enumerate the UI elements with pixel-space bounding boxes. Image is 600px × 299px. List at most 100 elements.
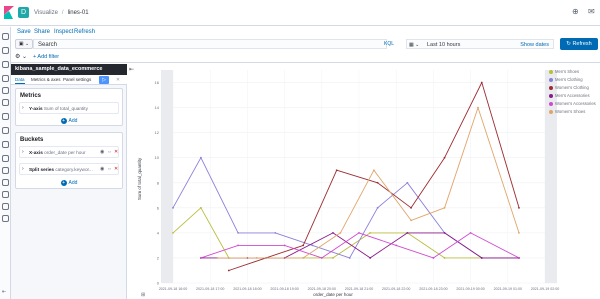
legend-item[interactable]: Women's Clothing — [549, 85, 599, 92]
date-picker[interactable]: ▦ ⌄ Last 10 hours Show dates — [406, 39, 554, 49]
breadcrumb-visualize[interactable]: Visualize — [34, 10, 58, 16]
maps-icon[interactable] — [2, 99, 9, 106]
saved-query-toggle[interactable]: ▣ ⌄ — [15, 39, 33, 49]
home-icon[interactable] — [2, 33, 9, 40]
data-point[interactable] — [255, 257, 258, 259]
remove-icon[interactable]: ✕ — [114, 149, 118, 156]
help-icon[interactable]: ⊕ — [572, 8, 580, 16]
canvas-icon[interactable] — [2, 87, 9, 94]
app-badge[interactable]: D — [18, 7, 29, 18]
refresh-link[interactable]: Refresh — [74, 28, 95, 36]
data-point[interactable] — [406, 231, 409, 234]
dashboard-icon[interactable] — [2, 75, 9, 82]
collapse-sidebar-icon[interactable]: ⇤ — [129, 66, 134, 73]
mail-icon[interactable]: ✉ — [588, 8, 596, 16]
collapse-icon[interactable]: ⇤ — [2, 289, 6, 295]
data-point[interactable] — [172, 206, 174, 209]
data-point[interactable] — [348, 257, 351, 259]
data-point[interactable] — [216, 257, 219, 259]
infrastructure-icon[interactable] — [2, 127, 9, 134]
discover-icon[interactable] — [2, 47, 9, 54]
add-filter-button[interactable]: + Add filter — [33, 53, 59, 61]
dev-tools-icon[interactable] — [2, 191, 9, 198]
chevron-right-icon[interactable]: › — [22, 105, 24, 112]
refresh-button[interactable]: ↻ Refresh — [560, 38, 598, 50]
tab-data[interactable]: Data — [15, 76, 25, 84]
data-point[interactable] — [477, 106, 479, 109]
data-point[interactable] — [518, 231, 520, 234]
bucket-row-split-series[interactable]: › Split series category.keywor... ◉ ⇔ ✕ — [19, 163, 119, 175]
drag-handle-icon[interactable]: ⇔ — [107, 166, 112, 173]
data-point[interactable] — [443, 231, 446, 234]
data-point[interactable] — [443, 257, 446, 259]
data-point[interactable] — [372, 169, 375, 172]
data-point[interactable] — [469, 231, 472, 234]
data-point[interactable] — [518, 257, 520, 259]
bucket-row-x-axis[interactable]: › X-axis order_date per hour ◉ ⇔ ✕ — [19, 146, 119, 158]
data-point[interactable] — [302, 244, 305, 247]
metric-row-y-axis[interactable]: › Y-axis Sum of total_quantity — [19, 102, 119, 114]
data-point[interactable] — [395, 244, 398, 247]
legend-item[interactable]: Men's Clothing — [549, 77, 599, 84]
data-point[interactable] — [480, 257, 483, 259]
calendar-icon[interactable]: ▦ ⌄ — [409, 41, 419, 49]
data-point[interactable] — [302, 257, 305, 259]
data-point[interactable] — [200, 206, 202, 209]
data-point[interactable] — [432, 257, 435, 259]
uptime-icon[interactable] — [2, 167, 9, 174]
data-point[interactable] — [358, 231, 360, 234]
ml-icon[interactable] — [2, 113, 9, 120]
legend-item[interactable]: Men's Accessories — [549, 93, 599, 100]
data-point[interactable] — [369, 257, 372, 259]
data-point[interactable] — [237, 244, 239, 247]
data-point[interactable] — [332, 257, 334, 259]
data-point[interactable] — [227, 269, 230, 272]
data-point[interactable] — [443, 156, 446, 159]
data-point[interactable] — [406, 181, 409, 184]
management-icon[interactable] — [2, 215, 9, 222]
data-point[interactable] — [443, 206, 446, 209]
gear-icon[interactable]: ⚙ ⌄ — [15, 53, 27, 61]
add-bucket-button[interactable]: + Add — [54, 179, 84, 187]
show-dates-button[interactable]: Show dates — [520, 41, 549, 49]
series-line-women-s-clothing[interactable] — [228, 82, 520, 271]
data-point[interactable] — [335, 169, 338, 172]
legend-item[interactable]: Men's Shoes — [549, 69, 599, 76]
remove-icon[interactable]: ✕ — [114, 166, 118, 173]
monitoring-icon[interactable] — [2, 203, 9, 210]
legend-item[interactable]: Women's Accessories — [549, 101, 599, 108]
data-point[interactable] — [369, 231, 372, 234]
kibana-logo-icon[interactable] — [4, 6, 14, 19]
data-point[interactable] — [311, 244, 314, 247]
data-point[interactable] — [237, 231, 239, 234]
chevron-right-icon[interactable]: › — [22, 149, 24, 156]
data-point[interactable] — [480, 81, 483, 84]
data-point[interactable] — [172, 231, 174, 234]
data-point[interactable] — [332, 231, 334, 234]
apm-icon[interactable] — [2, 155, 9, 162]
data-point[interactable] — [376, 181, 379, 184]
add-metric-button[interactable]: + Add — [54, 117, 84, 125]
data-point[interactable] — [339, 231, 342, 234]
data-point[interactable] — [376, 206, 379, 209]
eye-icon[interactable]: ◉ — [100, 166, 104, 173]
data-point[interactable] — [274, 231, 277, 234]
data-point[interactable] — [320, 257, 323, 259]
data-point[interactable] — [518, 206, 520, 209]
share-button[interactable]: Share — [34, 28, 50, 36]
tab-panel-settings[interactable]: Panel settings — [63, 76, 91, 83]
data-point[interactable] — [410, 206, 412, 209]
eye-icon[interactable]: ◉ — [100, 149, 104, 156]
series-line-women-s-accessories[interactable] — [200, 232, 520, 259]
save-button[interactable]: Save — [17, 28, 31, 36]
inspect-button[interactable]: Inspect — [54, 28, 73, 36]
tab-metrics-axes[interactable]: Metrics & axes — [31, 76, 61, 83]
legend-item[interactable]: Women's Shoes — [549, 109, 599, 116]
drag-handle-icon[interactable]: ⇔ — [107, 149, 112, 156]
search-input[interactable]: Search — [33, 39, 387, 49]
data-point[interactable] — [410, 219, 412, 222]
chevron-right-icon[interactable]: › — [22, 166, 24, 173]
discard-icon[interactable]: ✕ — [114, 76, 122, 84]
apply-changes-button[interactable]: ▷ — [99, 76, 109, 84]
logs-icon[interactable] — [2, 141, 9, 148]
